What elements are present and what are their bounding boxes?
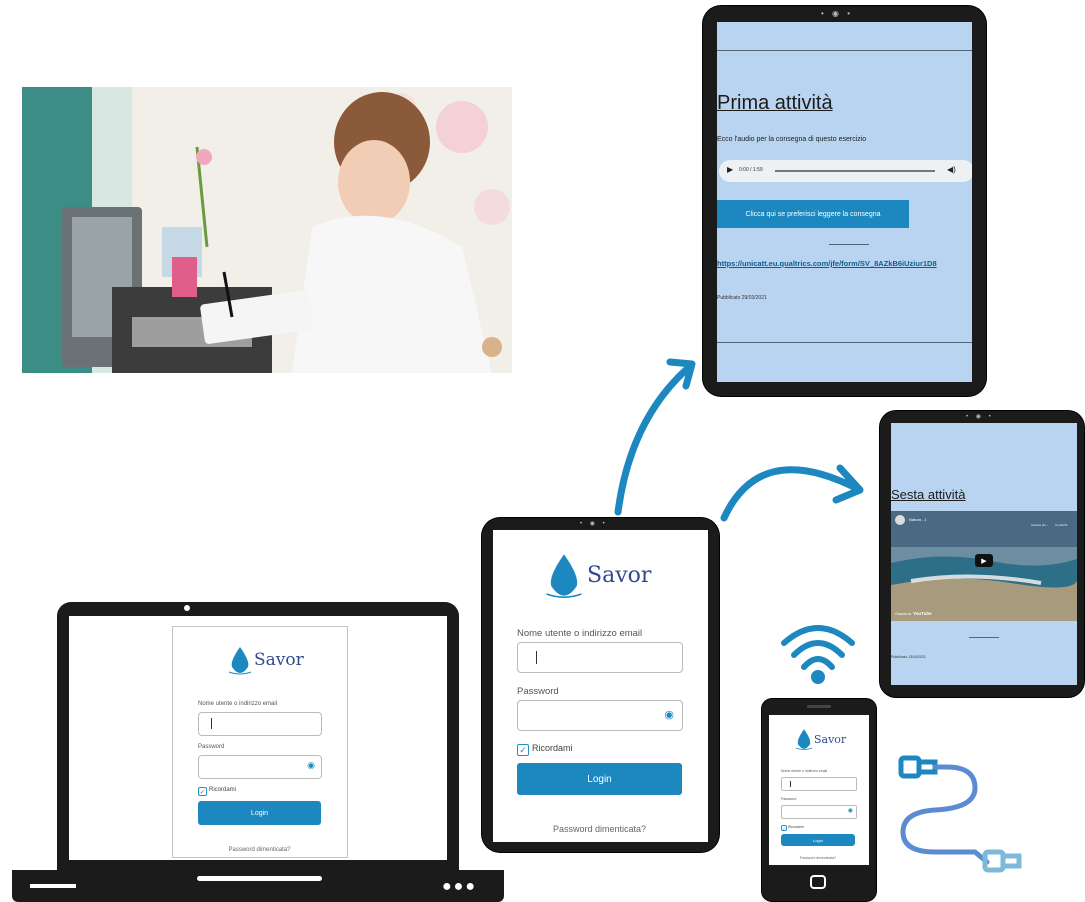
water-drop-logo-icon <box>546 554 582 598</box>
video-player[interactable]: Natura - 1 Guarda più... Condividi ▶ Gua… <box>891 511 1077 621</box>
audio-player[interactable]: ▶ 0:00 / 1:59 ◀) <box>719 160 972 182</box>
laptop: Savor Nome utente o indirizzo email Pass… <box>57 602 459 870</box>
username-input[interactable] <box>198 712 322 736</box>
username-label: Nome utente o indirizzo email <box>781 769 828 773</box>
play-icon[interactable]: ▶ <box>727 165 733 174</box>
read-instructions-button[interactable]: Clicca qui se preferisci leggere la cons… <box>717 200 909 228</box>
share-label[interactable]: Condividi <box>1055 523 1067 527</box>
password-label: Password <box>781 797 797 801</box>
forgot-password-link[interactable]: Password dimenticata? <box>198 847 321 853</box>
password-input[interactable]: ◉ <box>517 700 683 731</box>
forgot-password-link[interactable]: Password dimenticata? <box>517 824 682 834</box>
password-input[interactable]: ◉ <box>781 805 857 819</box>
home-button[interactable] <box>810 875 826 889</box>
published-date: Pubblicato 13/04/2021 <box>891 655 926 659</box>
password-label: Password <box>198 744 225 750</box>
usb-cable-icon <box>898 755 1022 873</box>
forgot-password-link[interactable]: Password dimenticata? <box>781 856 855 860</box>
tablet-right-screen: Sesta attività Natura - 1 Guarda più... … <box>891 423 1077 685</box>
password-input[interactable]: ◉ <box>198 755 322 779</box>
login-button[interactable]: Login <box>198 801 321 825</box>
arrow-icon <box>614 364 692 516</box>
laptop-camera <box>184 605 190 611</box>
username-input[interactable] <box>517 642 683 673</box>
page-title: Sesta attività <box>891 487 966 502</box>
login-button[interactable]: Login <box>781 834 855 846</box>
username-input[interactable] <box>781 777 857 791</box>
tablet-right: • ◉ • Sesta attività Natura - 1 Guarda p… <box>880 411 1084 697</box>
username-label: Nome utente o indirizzo email <box>517 628 643 639</box>
tablet-top: • ◉ • Prima attività Ecco l'audio per la… <box>703 6 986 396</box>
laptop-screen: Savor Nome utente o indirizzo email Pass… <box>69 616 447 860</box>
brand-name: Savor <box>587 562 652 588</box>
checkbox-icon[interactable]: ✓ <box>198 787 207 796</box>
tablet-center-screen: Savor Nome utente o indirizzo email Pass… <box>493 530 708 842</box>
login-button[interactable]: Login <box>517 763 682 795</box>
username-label: Nome utente o indirizzo email <box>198 701 278 707</box>
brand-name: Savor <box>814 732 847 746</box>
laptop-base: ●●● <box>12 870 504 902</box>
youtube-logo[interactable]: YouTube <box>913 611 932 616</box>
watch-later-label[interactable]: Guarda più... <box>1031 523 1048 527</box>
password-label: Password <box>517 686 559 697</box>
tablet-center: • ◉ • Savor Nome utente o indirizzo emai… <box>482 518 719 852</box>
eye-icon[interactable]: ◉ <box>664 708 674 721</box>
phone: Savor Nome utente o indirizzo email Pass… <box>762 699 876 901</box>
remember-label: Ricordami <box>209 787 237 793</box>
water-drop-logo-icon <box>795 729 813 750</box>
video-channel: Natura - 1 <box>909 517 927 522</box>
watch-on-label[interactable]: Guarda su <box>895 612 911 616</box>
page-title: Prima attività <box>717 92 833 114</box>
phone-screen: Savor Nome utente o indirizzo email Pass… <box>769 715 869 865</box>
arrow-icon <box>720 466 860 522</box>
audio-progress[interactable] <box>775 170 935 172</box>
survey-link[interactable]: https://unicatt.eu.qualtrics.com/jfe/for… <box>717 259 937 268</box>
water-drop-logo-icon <box>228 647 252 675</box>
published-date: Pubblicato 29/03/2021 <box>717 295 767 301</box>
page-subtitle: Ecco l'audio per la consegna di questo e… <box>717 136 867 143</box>
student-photo <box>22 87 512 373</box>
play-icon[interactable]: ▶ <box>975 554 993 567</box>
eye-icon[interactable]: ◉ <box>848 807 853 814</box>
remember-label: Ricordami <box>532 743 573 753</box>
login-form: Savor Nome utente o indirizzo email Pass… <box>172 626 348 858</box>
checkbox-icon[interactable]: ✓ <box>781 825 787 831</box>
eye-icon[interactable]: ◉ <box>307 760 315 771</box>
checkbox-icon[interactable]: ✓ <box>517 744 529 756</box>
remember-label: Ricordami <box>788 825 804 829</box>
wifi-icon <box>781 625 855 684</box>
tablet-top-screen: Prima attività Ecco l'audio per la conse… <box>717 22 972 382</box>
volume-icon[interactable]: ◀) <box>947 165 956 174</box>
audio-time: 0:00 / 1:59 <box>739 167 763 173</box>
avatar <box>895 515 905 525</box>
brand-name: Savor <box>254 650 304 670</box>
